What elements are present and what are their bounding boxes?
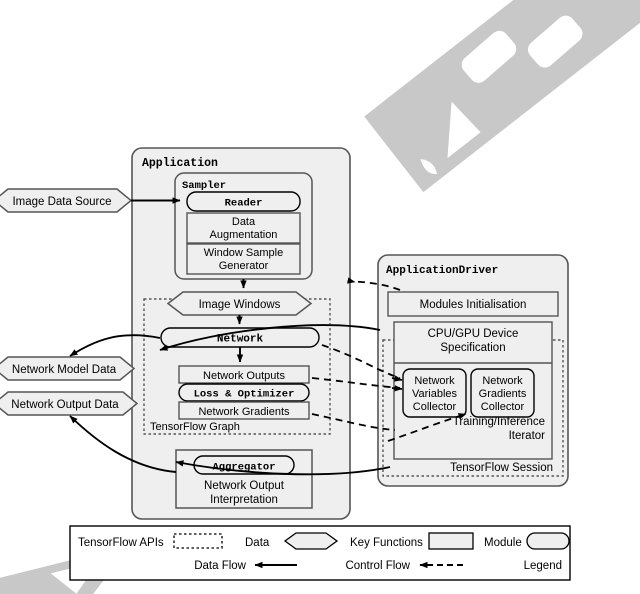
interpretation-line-1: Network Output <box>204 480 285 492</box>
network-gradients-label: Network Gradients <box>198 406 290 418</box>
legend-title: Legend <box>524 560 562 572</box>
tensorflow-graph-label: TensorFlow Graph <box>150 421 240 433</box>
image-windows-data[interactable]: Image Windows <box>166 291 313 316</box>
ngc-line-2: Gradients <box>479 388 527 400</box>
network-model-data-label: Network Model Data <box>12 364 117 376</box>
network-variables-collector-module[interactable]: Network Variables Collector <box>402 368 467 418</box>
window-sample-generator-label-2: Generator <box>219 260 269 272</box>
legend-swatch-rect <box>428 532 474 550</box>
legend-label-data-flow: Data Flow <box>194 560 246 572</box>
legend-label-control-flow: Control Flow <box>345 560 410 572</box>
application-title: Application <box>142 157 218 170</box>
data-augmentation-label-2: Augmentation <box>210 229 278 241</box>
diagram-canvas: Application Sampler Reader Data Augmenta… <box>0 0 640 594</box>
device-spec-line-2: Specification <box>440 342 505 354</box>
device-spec-line-1: CPU/GPU Device <box>428 328 519 340</box>
window-sample-generator-label-1: Window Sample <box>204 247 283 259</box>
legend-swatch-dashed-rect <box>173 533 223 549</box>
network-model-data-node[interactable]: Network Model Data <box>0 356 136 381</box>
network-outputs-function[interactable]: Network Outputs <box>178 365 310 384</box>
network-gradients-function[interactable]: Network Gradients <box>178 401 310 420</box>
application-driver-title: ApplicationDriver <box>386 265 498 277</box>
legend-label-key-functions: Key Functions <box>350 537 423 549</box>
reader-module[interactable]: Reader <box>186 191 301 212</box>
nvc-line-1: Network <box>414 375 455 387</box>
network-output-data-label: Network Output Data <box>11 399 119 411</box>
data-augmentation-function[interactable]: Data Augmentation <box>186 212 301 244</box>
iterator-line-2: Iterator <box>509 430 546 442</box>
data-augmentation-label-1: Data <box>232 216 256 228</box>
tensorflow-session-label: TensorFlow Session <box>450 462 553 474</box>
legend-label-tensorflow-apis: TensorFlow APIs <box>78 537 164 549</box>
window-sample-generator-function[interactable]: Window Sample Generator <box>186 243 301 275</box>
ngc-line-1: Network <box>482 375 523 387</box>
loss-optimizer-module[interactable]: Loss & Optimizer <box>178 383 310 402</box>
legend-label-module: Module <box>484 537 522 549</box>
arrowhead-collector-b <box>391 385 403 392</box>
reader-label: Reader <box>225 198 263 210</box>
network-gradients-collector-module[interactable]: Network Gradients Collector <box>470 368 535 418</box>
image-windows-label: Image Windows <box>199 299 281 311</box>
network-output-interpretation[interactable]: Aggregator Network Output Interpretation <box>175 449 313 509</box>
network-label: Network <box>217 334 264 346</box>
nvc-line-2: Variables <box>412 388 458 400</box>
network-outputs-label: Network Outputs <box>203 370 285 382</box>
image-data-source-label: Image Data Source <box>12 196 111 208</box>
ngc-line-3: Collector <box>481 401 525 413</box>
nvc-line-3: Collector <box>413 401 457 413</box>
iterator-line-1: Training/Inference <box>453 416 545 428</box>
image-data-source-node[interactable]: Image Data Source <box>0 188 133 213</box>
network-output-data-node[interactable]: Network Output Data <box>0 391 139 416</box>
legend-box: TensorFlow APIs Data Key Functions Modul… <box>69 525 571 581</box>
modules-initialisation-function[interactable]: Modules Initialisation <box>387 291 559 317</box>
legend-swatch-hexagon <box>283 532 339 550</box>
legend-swatch-rounded-rect <box>526 532 570 550</box>
sampler-title: Sampler <box>182 180 226 192</box>
loss-optimizer-label: Loss & Optimizer <box>194 389 295 401</box>
legend-label-data: Data <box>245 537 270 549</box>
modules-initialisation-label: Modules Initialisation <box>420 299 527 311</box>
interpretation-line-2: Interpretation <box>210 494 278 506</box>
